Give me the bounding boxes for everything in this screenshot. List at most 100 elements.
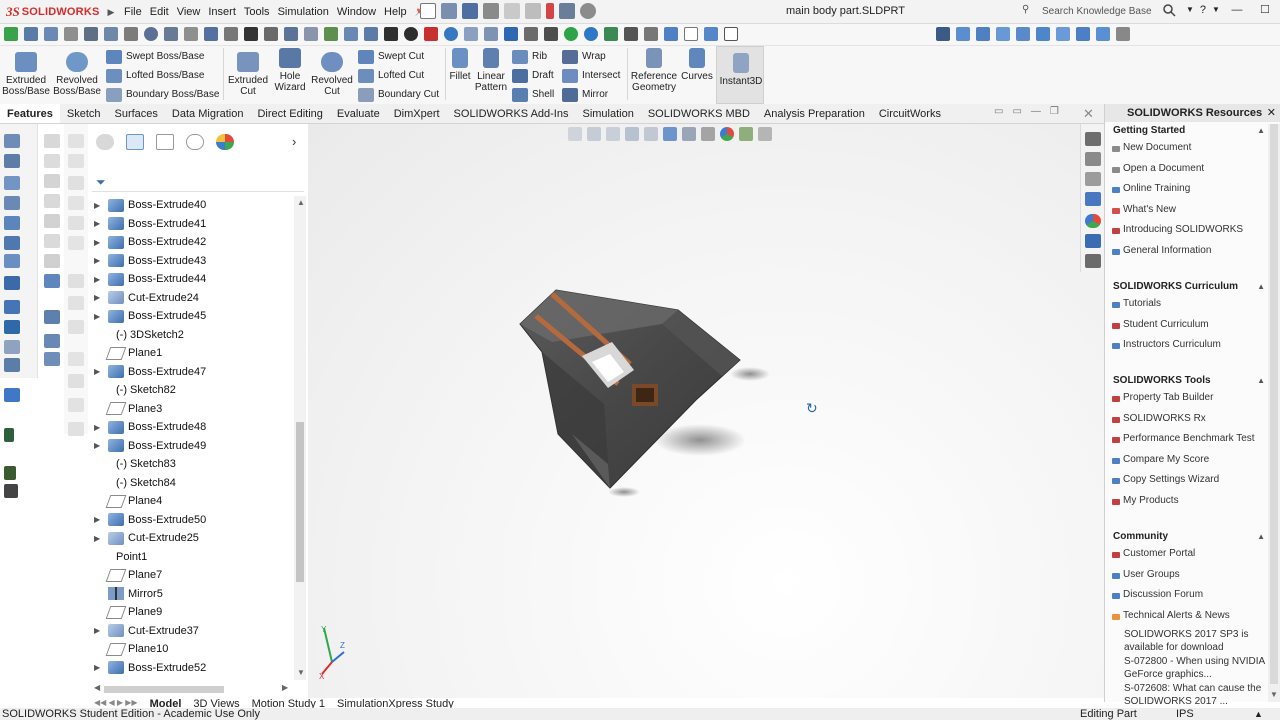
feature-tree-item[interactable]: ▶ Cut-Extrude37 <box>88 622 294 640</box>
front-view-icon[interactable] <box>956 27 970 41</box>
blue-circle-icon[interactable] <box>444 27 458 41</box>
section-view-icon[interactable] <box>484 27 498 41</box>
wireframe-cube-icon[interactable] <box>684 27 698 41</box>
swept-cut-button[interactable]: Swept Cut <box>358 48 424 65</box>
display-relations-icon[interactable] <box>384 27 398 41</box>
sweep-icon[interactable] <box>4 216 20 230</box>
extruded-cut-button[interactable]: Extruded Cut <box>226 52 270 97</box>
display-manager-tab-icon[interactable] <box>216 134 234 150</box>
zoom-to-area-icon[interactable] <box>587 127 601 141</box>
expand-icon[interactable]: ▶ <box>94 312 100 321</box>
cut-icon[interactable] <box>44 154 60 168</box>
fillet-button[interactable]: Fillet <box>448 48 472 82</box>
extruded-boss-button[interactable]: Extruded Boss/Base <box>2 52 50 97</box>
feature-tree-item[interactable]: Plane9 <box>88 603 294 621</box>
inactive-tool-icon[interactable] <box>68 352 84 366</box>
boundary-boss-button[interactable]: Boundary Boss/Base <box>106 86 219 103</box>
feature-tree-item[interactable]: ▶ Boss-Extrude50 <box>88 511 294 529</box>
link-technical-alerts[interactable]: Technical Alerts & News <box>1105 606 1271 627</box>
maximize-button[interactable]: ☐ <box>1254 3 1276 16</box>
link-open-document[interactable]: Open a Document <box>1105 159 1271 180</box>
getting-started-heading[interactable]: Getting Started ▲ <box>1105 124 1271 138</box>
normal-to-icon[interactable] <box>936 27 950 41</box>
feature-tree-item[interactable]: ▶ Cut-Extrude25 <box>88 529 294 547</box>
home-icon[interactable] <box>1085 132 1101 146</box>
zoom-to-fit-icon[interactable] <box>568 127 582 141</box>
back-view-icon[interactable] <box>976 27 990 41</box>
minimize-button[interactable]: — <box>1226 4 1248 16</box>
zoom-fit-icon[interactable] <box>464 27 478 41</box>
inactive-tool-icon[interactable] <box>68 274 84 288</box>
view-orientation-icon[interactable] <box>663 127 677 141</box>
shaded-cube-icon[interactable] <box>704 27 718 41</box>
search-icon[interactable] <box>1162 3 1176 17</box>
print-icon[interactable] <box>483 3 499 19</box>
customize-icon[interactable]: ▲ <box>1254 708 1263 720</box>
right-view-icon[interactable] <box>1016 27 1030 41</box>
expand-icon[interactable]: ▶ <box>94 201 100 210</box>
expand-icon[interactable]: ▶ <box>94 626 100 635</box>
feature-tree-item[interactable]: (-) Sketch83 <box>88 455 294 473</box>
inactive-tool-icon[interactable] <box>68 320 84 334</box>
expand-icon[interactable]: ▶ <box>94 238 100 247</box>
open-folder-icon[interactable] <box>441 3 457 19</box>
tab-direct-editing[interactable]: Direct Editing <box>250 104 329 123</box>
intersect-button[interactable]: Intersect <box>562 67 620 84</box>
expand-icon[interactable]: ▶ <box>94 663 100 672</box>
curves-button[interactable]: Curves <box>680 48 714 82</box>
pattern-icon[interactable] <box>44 214 60 228</box>
arc-icon[interactable] <box>164 27 178 41</box>
feature-tree-hscrollbar[interactable]: ◀ ▶ <box>92 683 292 694</box>
scrollbar-thumb[interactable] <box>296 422 304 582</box>
link-property-tab-builder[interactable]: Property Tab Builder <box>1105 388 1271 409</box>
appearance-tab-icon[interactable] <box>96 134 114 150</box>
collapse-icon[interactable]: ▲ <box>1257 124 1265 138</box>
rectangle-icon[interactable] <box>124 27 138 41</box>
menu-help[interactable]: Help <box>380 4 411 20</box>
check-icon[interactable] <box>404 27 418 41</box>
feature-tree-item[interactable]: (-) Sketch82 <box>88 381 294 399</box>
expand-icon[interactable]: ▶ <box>94 293 100 302</box>
sketch-line-icon[interactable] <box>4 358 20 372</box>
move-icon[interactable] <box>264 27 278 41</box>
tile-icon[interactable]: ▭ <box>994 106 1003 117</box>
loft-icon[interactable] <box>4 236 20 250</box>
help-dropdown-icon[interactable]: ▼ <box>1212 5 1220 14</box>
inactive-tool-icon[interactable] <box>68 374 84 388</box>
expand-icon[interactable]: ▶ <box>94 515 100 524</box>
confirm-check-icon[interactable] <box>4 27 18 41</box>
close-icon[interactable]: ✕ <box>1267 104 1276 122</box>
feature-tree-item[interactable]: Plane1 <box>88 344 294 362</box>
save-icon[interactable] <box>462 3 478 19</box>
hole-wizard-button[interactable]: Hole Wizard <box>270 48 310 93</box>
shell-button[interactable]: Shell <box>512 86 554 103</box>
cascade-icon[interactable]: ▭ <box>1012 106 1021 117</box>
link-discussion-forum[interactable]: Discussion Forum <box>1105 585 1271 606</box>
link-introducing-solidworks[interactable]: Introducing SOLIDWORKS <box>1105 220 1271 241</box>
hide-show-icon[interactable] <box>544 27 558 41</box>
task-pane-scrollbar[interactable]: ▼ <box>1268 124 1280 702</box>
feature-tree-item[interactable]: ▶ Cut-Extrude24 <box>88 289 294 307</box>
wrap-button[interactable]: Wrap <box>562 48 606 65</box>
ref-plane-icon[interactable] <box>44 274 60 288</box>
reference-geometry-button[interactable]: Reference Geometry <box>628 48 680 93</box>
scroll-up-icon[interactable]: ▲ <box>297 198 305 207</box>
scroll-down-icon[interactable]: ▼ <box>1270 690 1278 699</box>
sketch-icon[interactable] <box>4 134 20 148</box>
view-settings-icon[interactable] <box>758 127 772 141</box>
collapse-icon[interactable]: ▲ <box>1257 280 1265 294</box>
feature-tree-item[interactable]: ▶ Boss-Extrude43 <box>88 252 294 270</box>
expand-icon[interactable]: ▶ <box>94 423 100 432</box>
collapse-icon[interactable]: ▲ <box>1257 374 1265 388</box>
feature-tree-item[interactable]: Mirror5 <box>88 585 294 603</box>
menu-file[interactable]: File <box>120 4 146 20</box>
rotate-icon[interactable] <box>44 27 58 41</box>
tab-solidworks-mbd[interactable]: SOLIDWORKS MBD <box>641 104 757 123</box>
news-item[interactable]: S-072800 - When using NVIDIA GeForce gra… <box>1105 655 1271 681</box>
chevron-right-icon[interactable]: ▶ <box>108 7 115 18</box>
chevron-right-icon[interactable]: › <box>292 134 296 149</box>
view-orientation-icon[interactable] <box>504 27 518 41</box>
dimxpert-tab-icon[interactable] <box>186 134 204 150</box>
feature-tree-item[interactable]: Point1 <box>88 548 294 566</box>
slot-icon[interactable] <box>224 27 238 41</box>
